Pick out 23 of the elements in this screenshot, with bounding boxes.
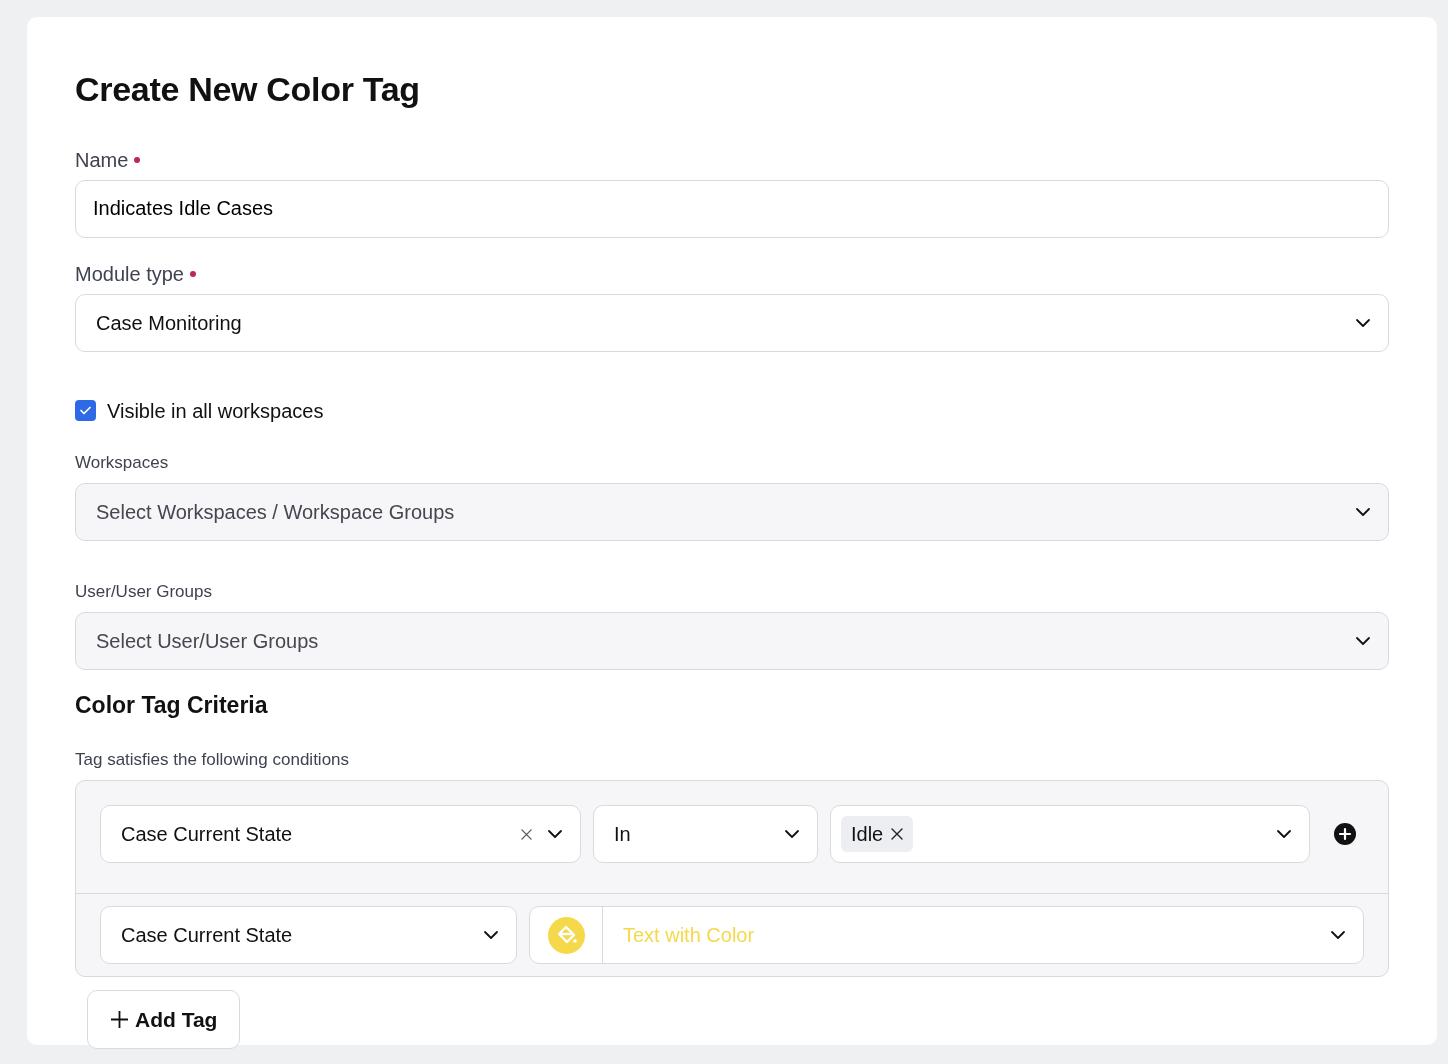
field-label: Workspaces [75, 451, 170, 474]
condition-field-select[interactable]: Case Current State [100, 805, 581, 864]
field-label: Name [75, 147, 129, 172]
field-label: Module type [75, 261, 184, 286]
workspaces-select[interactable]: Select Workspaces / Workspace Groups [75, 482, 1389, 541]
value-chip: Idle [841, 816, 914, 853]
close-icon[interactable] [521, 828, 532, 840]
plus-icon [110, 1010, 129, 1030]
module-type-select[interactable]: Case Monitoring [75, 293, 1389, 352]
tag-field-select[interactable]: Case Current State [100, 906, 517, 965]
checkbox-label: Visible in all workspaces [107, 398, 324, 424]
close-icon[interactable] [891, 828, 904, 841]
name-field[interactable]: Indicates Idle Cases [75, 179, 1389, 238]
add-tag-button[interactable]: Add Tag [87, 990, 241, 1050]
operator-select[interactable]: In [593, 805, 818, 864]
page-title: Create New Color Tag [75, 69, 421, 110]
checkbox[interactable] [75, 400, 96, 422]
user-groups-select[interactable]: Select User/User Groups [75, 611, 1389, 670]
add-circle-icon[interactable] [1334, 823, 1356, 846]
field-label: User/User Groups [75, 580, 213, 603]
section-subtitle: Tag satisfies the following conditions [75, 749, 351, 772]
section-heading: Color Tag Criteria [75, 691, 269, 720]
value-select[interactable]: Idle [830, 805, 1310, 864]
